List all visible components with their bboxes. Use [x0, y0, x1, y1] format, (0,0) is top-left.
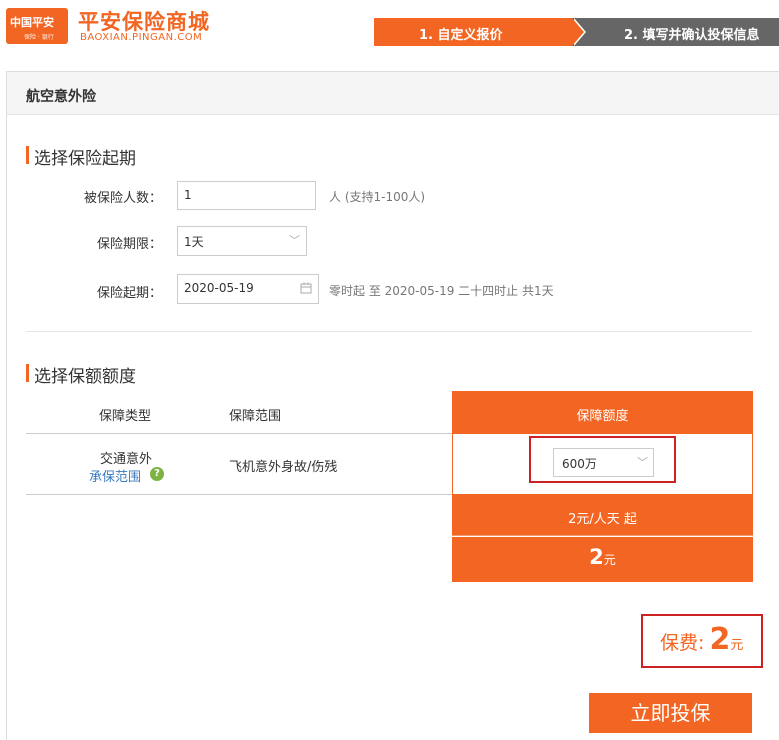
total-value: 2 — [709, 622, 731, 657]
rate-text: 2元/人天 起 — [568, 512, 637, 527]
amount-value: 600万 — [562, 457, 597, 471]
progress-steps: 1. 自定义报价 2. 填写并确认投保信息 — [374, 18, 779, 46]
logo-subtext: 保险 · 银行 — [24, 34, 54, 41]
panel-header — [7, 72, 779, 115]
total-label: 保费: — [660, 632, 705, 654]
section-divider — [26, 331, 752, 332]
section-title-coverage: 选择保额额度 — [34, 367, 136, 387]
insured-count-hint: 人 (支持1-100人) — [329, 190, 426, 204]
step-2-label: 2. 填写并确认投保信息 — [624, 28, 760, 43]
step-1-label: 1. 自定义报价 — [419, 28, 503, 43]
price-number: 2 — [589, 545, 604, 569]
brand-url: BAOXIAN.PINGAN.COM — [80, 32, 203, 43]
section-title-start: 选择保险起期 — [34, 149, 136, 169]
start-date-value: 2020-05-19 — [184, 281, 254, 295]
period-select[interactable]: 1天 ﹀ — [177, 226, 307, 256]
col-header-scope: 保障范围 — [229, 409, 282, 424]
section-marker — [26, 146, 29, 164]
product-title: 航空意外险 — [26, 89, 96, 105]
chevron-down-icon: ﹀ — [637, 456, 648, 469]
logo-text: 中国平安 — [10, 16, 54, 29]
total-premium: 保费: 2元 — [660, 622, 743, 657]
price-display: 2元 — [452, 545, 753, 569]
pingan-logo[interactable]: 中国平安 保险 · 银行 — [6, 8, 68, 44]
col-header-amount: 保障额度 — [576, 409, 629, 424]
coverage-scope-link[interactable]: 承保范围 — [89, 466, 141, 485]
col-header-type: 保障类型 — [99, 409, 152, 424]
chevron-down-icon: ﹀ — [289, 234, 300, 247]
buy-now-button[interactable]: 立即投保 — [589, 693, 752, 733]
insured-count-label: 被保险人数： — [83, 191, 162, 206]
coverage-type: 交通意外 — [100, 452, 153, 467]
coverage-scope-desc: 飞机意外身故/伤残 — [229, 460, 338, 475]
period-value: 1天 — [184, 235, 204, 249]
start-date-label: 保险起期： — [96, 286, 162, 301]
section-marker — [26, 364, 29, 382]
price-unit: 元 — [603, 553, 616, 567]
amount-select[interactable]: 600万 ﹀ — [553, 448, 654, 477]
calendar-icon — [300, 282, 312, 294]
table-line — [26, 433, 452, 434]
help-icon[interactable]: ? — [150, 467, 164, 481]
period-label: 保险期限： — [96, 237, 162, 252]
total-unit: 元 — [730, 638, 744, 653]
date-range-hint: 零时起 至 2020-05-19 二十四时止 共1天 — [329, 284, 554, 298]
start-date-input[interactable]: 2020-05-19 — [177, 274, 319, 304]
table-line — [26, 494, 452, 495]
insured-count-input[interactable]: 1 — [177, 181, 316, 210]
